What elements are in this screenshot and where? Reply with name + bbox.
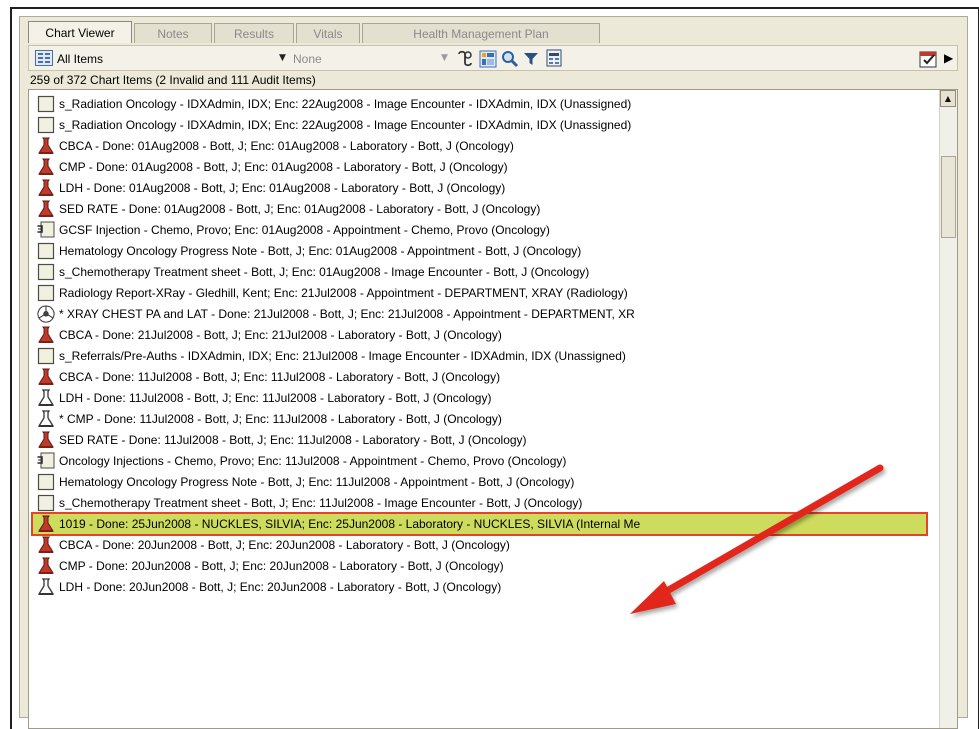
lab-flask-red-icon (37, 158, 55, 176)
scroll-up-icon[interactable]: ▲ (940, 90, 956, 107)
chart-item-text: Hematology Oncology Progress Note - Bott… (59, 244, 582, 258)
chart-item-row[interactable]: Hematology Oncology Progress Note - Bott… (37, 241, 937, 261)
lab-flask-outline-icon (37, 389, 55, 407)
chart-item-text: LDH - Done: 20Jun2008 - Bott, J; Enc: 20… (59, 580, 502, 594)
grid-icon[interactable] (479, 50, 497, 72)
screenshot-frame: Chart Viewer Notes Results Vitals Health… (10, 7, 979, 729)
chart-item-text: 1019 - Done: 25Jun2008 - NUCKLES, SILVIA… (59, 517, 641, 531)
chart-item-row[interactable]: LDH - Done: 11Jul2008 - Bott, J; Enc: 11… (37, 388, 937, 408)
secondary-filter-dropdown-icon[interactable]: ▼ (439, 53, 450, 64)
chart-item-text: Oncology Injections - Chemo, Provo; Enc:… (59, 454, 567, 468)
injection-icon (37, 221, 55, 239)
lab-flask-red-icon (37, 326, 55, 344)
tab-results[interactable]: Results (214, 23, 294, 43)
chart-item-text: s_Referrals/Pre-Auths - IDXAdmin, IDX; E… (59, 349, 626, 363)
chart-item-row[interactable]: Oncology Injections - Chemo, Provo; Enc:… (37, 451, 937, 471)
document-icon (37, 473, 55, 491)
chart-item-text: SED RATE - Done: 11Jul2008 - Bott, J; En… (59, 433, 527, 447)
document-icon (37, 95, 55, 113)
lab-flask-red-icon (37, 137, 55, 155)
chart-item-row[interactable]: SED RATE - Done: 11Jul2008 - Bott, J; En… (37, 430, 937, 450)
chart-item-row[interactable]: * XRAY CHEST PA and LAT - Done: 21Jul200… (37, 304, 937, 324)
view-filter-dropdown-icon[interactable]: ▼ (277, 53, 288, 64)
chart-item-row[interactable]: s_Radiation Oncology - IDXAdmin, IDX; En… (37, 115, 937, 135)
tab-health-management-plan[interactable]: Health Management Plan (362, 23, 600, 43)
radiation-icon (37, 305, 55, 323)
chart-item-text: CBCA - Done: 20Jun2008 - Bott, J; Enc: 2… (59, 538, 510, 552)
lab-flask-red-icon (37, 515, 55, 533)
chart-item-row[interactable]: CMP - Done: 20Jun2008 - Bott, J; Enc: 20… (37, 556, 937, 576)
chart-item-row[interactable]: s_Chemotherapy Treatment sheet - Bott, J… (37, 262, 937, 282)
document-icon (37, 494, 55, 512)
chart-items-list[interactable]: s_Radiation Oncology - IDXAdmin, IDX; En… (28, 89, 958, 729)
lab-flask-red-icon (37, 179, 55, 197)
chart-item-row[interactable]: CBCA - Done: 21Jul2008 - Bott, J; Enc: 2… (37, 325, 937, 345)
chart-item-text: CBCA - Done: 21Jul2008 - Bott, J; Enc: 2… (59, 328, 502, 342)
chart-item-row[interactable]: GCSF Injection - Chemo, Provo; Enc: 01Au… (37, 220, 937, 240)
chart-item-text: Radiology Report-XRay - Gledhill, Kent; … (59, 286, 628, 300)
chart-item-row[interactable]: Hematology Oncology Progress Note - Bott… (37, 472, 937, 492)
lab-flask-outline-icon (37, 410, 55, 428)
chart-item-text: SED RATE - Done: 01Aug2008 - Bott, J; En… (59, 202, 541, 216)
document-icon (37, 116, 55, 134)
print-icon[interactable] (545, 49, 563, 71)
chart-item-text: LDH - Done: 11Jul2008 - Bott, J; Enc: 11… (59, 391, 492, 405)
lab-flask-red-icon (37, 557, 55, 575)
chart-item-row[interactable]: CBCA - Done: 01Aug2008 - Bott, J; Enc: 0… (37, 136, 937, 156)
search-icon[interactable] (501, 50, 519, 72)
tab-bar: Chart Viewer Notes Results Vitals Health… (28, 21, 602, 45)
tab-chart-viewer[interactable]: Chart Viewer (28, 21, 132, 43)
secondary-filter-select[interactable]: None (293, 52, 322, 66)
document-icon (37, 263, 55, 281)
chart-item-row[interactable]: SED RATE - Done: 01Aug2008 - Bott, J; En… (37, 199, 937, 219)
chart-item-text: s_Radiation Oncology - IDXAdmin, IDX; En… (59, 118, 632, 132)
expand-right-icon[interactable]: ▶ (944, 51, 953, 65)
chart-item-text: CBCA - Done: 01Aug2008 - Bott, J; Enc: 0… (59, 139, 514, 153)
tab-notes[interactable]: Notes (134, 23, 212, 43)
chart-item-text: s_Chemotherapy Treatment sheet - Bott, J… (59, 265, 590, 279)
vertical-scrollbar[interactable]: ▲ (939, 90, 957, 728)
chart-item-text: LDH - Done: 01Aug2008 - Bott, J; Enc: 01… (59, 181, 506, 195)
chart-item-text: CBCA - Done: 11Jul2008 - Bott, J; Enc: 1… (59, 370, 501, 384)
document-icon (37, 284, 55, 302)
filter-icon[interactable] (523, 51, 539, 71)
list-view-icon[interactable] (35, 50, 53, 70)
view-filter-select[interactable]: All Items (57, 52, 103, 66)
chart-item-text: * CMP - Done: 11Jul2008 - Bott, J; Enc: … (59, 412, 502, 426)
chart-item-row[interactable]: LDH - Done: 01Aug2008 - Bott, J; Enc: 01… (37, 178, 937, 198)
document-icon (37, 347, 55, 365)
chart-item-row[interactable]: s_Referrals/Pre-Auths - IDXAdmin, IDX; E… (37, 346, 937, 366)
chart-viewer-window: Chart Viewer Notes Results Vitals Health… (19, 16, 968, 729)
scroll-icon[interactable] (456, 50, 474, 72)
chart-item-row[interactable]: * CMP - Done: 11Jul2008 - Bott, J; Enc: … (37, 409, 937, 429)
tab-vitals[interactable]: Vitals (296, 23, 360, 43)
chart-items-summary: 259 of 372 Chart Items (2 Invalid and 11… (28, 72, 958, 89)
chart-item-text: CMP - Done: 20Jun2008 - Bott, J; Enc: 20… (59, 559, 504, 573)
scrollbar-thumb[interactable] (941, 156, 956, 238)
chart-item-row[interactable]: CBCA - Done: 11Jul2008 - Bott, J; Enc: 1… (37, 367, 937, 387)
chart-item-text: Hematology Oncology Progress Note - Bott… (59, 475, 575, 489)
chart-item-row[interactable]: s_Chemotherapy Treatment sheet - Bott, J… (37, 493, 937, 513)
lab-flask-red-icon (37, 536, 55, 554)
chart-item-text: s_Chemotherapy Treatment sheet - Bott, J… (59, 496, 583, 510)
lab-flask-red-icon (37, 368, 55, 386)
calendar-icon[interactable] (919, 49, 939, 72)
toolbar: All Items ▼ None ▼ ▶ (28, 45, 958, 71)
chart-item-row[interactable]: Radiology Report-XRay - Gledhill, Kent; … (37, 283, 937, 303)
chart-item-row[interactable]: s_Radiation Oncology - IDXAdmin, IDX; En… (37, 94, 937, 114)
lab-flask-red-icon (37, 431, 55, 449)
chart-item-text: * XRAY CHEST PA and LAT - Done: 21Jul200… (59, 307, 635, 321)
lab-flask-outline-icon (37, 578, 55, 596)
chart-item-text: s_Radiation Oncology - IDXAdmin, IDX; En… (59, 97, 632, 111)
chart-item-row[interactable]: CBCA - Done: 20Jun2008 - Bott, J; Enc: 2… (37, 535, 937, 555)
injection-icon (37, 452, 55, 470)
lab-flask-red-icon (37, 200, 55, 218)
chart-item-row[interactable]: CMP - Done: 01Aug2008 - Bott, J; Enc: 01… (37, 157, 937, 177)
chart-item-row-highlighted[interactable]: 1019 - Done: 25Jun2008 - NUCKLES, SILVIA… (31, 512, 928, 536)
chart-item-text: GCSF Injection - Chemo, Provo; Enc: 01Au… (59, 223, 550, 237)
chart-item-text: CMP - Done: 01Aug2008 - Bott, J; Enc: 01… (59, 160, 508, 174)
chart-item-row[interactable]: LDH - Done: 20Jun2008 - Bott, J; Enc: 20… (37, 577, 937, 597)
document-icon (37, 242, 55, 260)
